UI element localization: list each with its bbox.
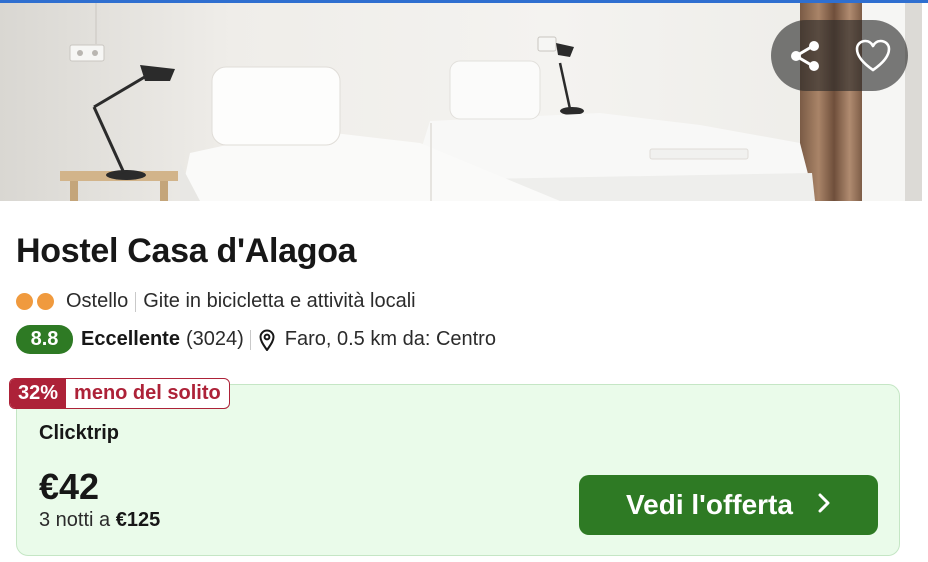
hotel-name[interactable]: Hostel Casa d'Alagoa: [16, 232, 357, 271]
view-deal-label: Vedi l'offerta: [626, 489, 793, 520]
nights-total: 3 notti a €125: [39, 509, 160, 532]
hotel-location[interactable]: Faro, 0.5 km da: Centro: [285, 328, 496, 351]
discount-text: meno del solito: [74, 382, 221, 404]
nights-prefix: 3 notti a: [39, 509, 116, 531]
class-dot-icon: [37, 293, 54, 310]
deal-price: €42: [39, 466, 100, 507]
location-pin-icon: [259, 329, 275, 351]
discount-percentage: 32%: [10, 379, 67, 408]
chevron-right-icon: [817, 492, 831, 519]
deal-provider: Clicktrip: [39, 422, 120, 444]
accommodation-type: Ostello: [66, 290, 129, 312]
share-button[interactable]: [771, 20, 839, 91]
favorite-button[interactable]: [839, 20, 907, 91]
photo-actions: [771, 20, 908, 91]
discount-badge: 32% meno del solito: [9, 378, 230, 409]
class-dot-icon: [16, 293, 33, 310]
rating-score-badge[interactable]: 8.8: [16, 325, 73, 354]
heart-icon: [854, 38, 892, 74]
divider: [135, 291, 137, 312]
hotel-highlight: Gite in bicicletta e attività locali: [143, 290, 416, 312]
reviews-count[interactable]: (3024): [186, 328, 244, 351]
hotel-photo[interactable]: [0, 3, 922, 201]
view-deal-button[interactable]: Vedi l'offerta: [579, 475, 878, 535]
divider: [249, 329, 251, 350]
nights-total-price: €125: [115, 509, 161, 531]
rating-label: Eccellente: [81, 328, 180, 350]
rating-location-row: 8.8 Eccellente (3024) Faro, 0.5 km da: C…: [16, 325, 496, 354]
hotel-meta-row: Ostello Gite in bicicletta e attività lo…: [16, 290, 416, 313]
share-icon: [787, 38, 823, 74]
hotel-class-dots: [16, 293, 54, 310]
